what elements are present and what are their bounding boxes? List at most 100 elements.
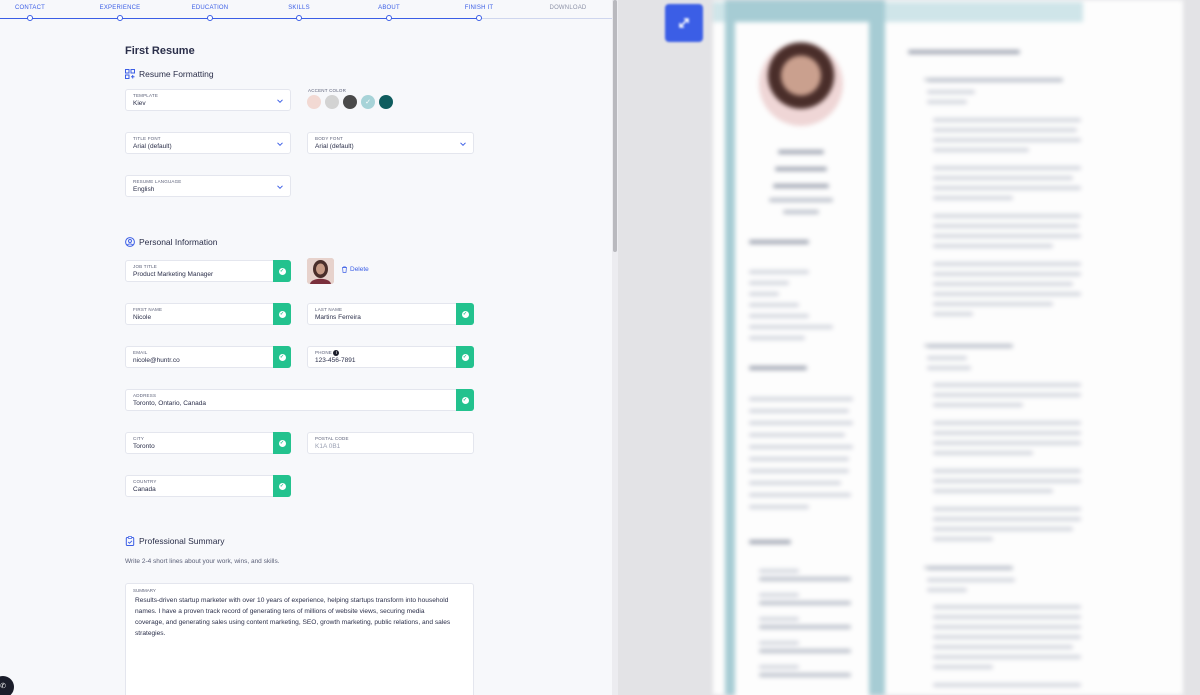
step-label: CONTACT: [15, 5, 45, 11]
step-education[interactable]: EDUCATION: [165, 0, 255, 21]
valid-badge: ✓: [273, 346, 291, 368]
section-title: Resume Formatting: [139, 69, 214, 79]
step-about[interactable]: ABOUT: [344, 0, 434, 21]
valid-badge: ✓: [456, 346, 474, 368]
field-label: PHONE i: [315, 350, 340, 356]
step-label: DOWNLOAD: [549, 5, 587, 11]
valid-badge: ✓: [456, 303, 474, 325]
help-chat-button[interactable]: ✆: [0, 676, 14, 695]
check-icon: ✓: [461, 353, 469, 361]
last-name-field[interactable]: LAST NAME Martins Ferreira ✓: [307, 303, 474, 325]
field-value: 123-456-7891: [315, 357, 356, 364]
field-value: Canada: [133, 486, 156, 493]
field-value: English: [133, 186, 155, 193]
check-icon: ✓: [365, 99, 371, 106]
field-label: EMAIL: [133, 350, 148, 355]
field-value: Toronto, Ontario, Canada: [133, 400, 206, 407]
chat-icon: ✆: [0, 683, 6, 690]
field-value: Kiev: [133, 100, 146, 107]
step-dot: [296, 15, 302, 21]
field-label: COUNTRY: [133, 479, 157, 484]
resume-language-select[interactable]: RESUME LANGUAGE English: [125, 175, 291, 197]
section-personal-information: Personal Information: [125, 237, 217, 247]
title-font-select[interactable]: TITLE FONT Arial (default): [125, 132, 291, 154]
resume-preview-pane: [618, 0, 1200, 695]
city-field[interactable]: CITY Toronto ✓: [125, 432, 291, 454]
field-label: BODY FONT: [315, 136, 343, 141]
info-icon[interactable]: i: [333, 350, 340, 356]
check-icon: ✓: [461, 310, 469, 318]
expand-icon: [679, 18, 689, 28]
valid-badge: ✓: [273, 260, 291, 282]
resume-editor-pane: CONTACT EXPERIENCE EDUCATION SKILLS ABOU…: [0, 0, 612, 695]
first-name-field[interactable]: FIRST NAME Nicole ✓: [125, 303, 291, 325]
chevron-down-icon: [277, 185, 283, 190]
section-title: Personal Information: [139, 237, 218, 247]
field-label: POSTAL CODE: [315, 436, 349, 441]
step-finish-it[interactable]: FINISH IT: [434, 0, 524, 21]
preview-avatar: [759, 42, 843, 126]
job-title-field[interactable]: JOB TITLE Product Marketing Manager ✓: [125, 260, 291, 282]
accent-color-label: ACCENT COLOR: [308, 88, 347, 93]
email-field[interactable]: EMAIL nicole@huntr.co ✓: [125, 346, 291, 368]
step-label: FINISH IT: [464, 5, 494, 11]
step-download[interactable]: DOWNLOAD: [523, 0, 612, 14]
valid-badge: ✓: [273, 475, 291, 497]
accent-color-swatches: ✓: [307, 95, 393, 109]
phone-field[interactable]: PHONE i 123-456-7891 ✓: [307, 346, 474, 368]
address-field[interactable]: ADDRESS Toronto, Ontario, Canada ✓: [125, 389, 474, 411]
step-experience[interactable]: EXPERIENCE: [75, 0, 165, 21]
field-value: Nicole: [133, 314, 152, 321]
chevron-down-icon: [277, 142, 283, 147]
step-dot: [207, 15, 213, 21]
accent-swatch-selected[interactable]: ✓: [361, 95, 375, 109]
field-value: nicole@huntr.co: [133, 357, 180, 364]
section-title: Professional Summary: [139, 536, 225, 546]
country-field[interactable]: COUNTRY Canada ✓: [125, 475, 291, 497]
check-icon: ✓: [461, 396, 469, 404]
step-label: SKILLS: [288, 5, 310, 11]
field-label: RESUME LANGUAGE: [133, 179, 182, 184]
field-label-text: PHONE: [315, 350, 333, 356]
chevron-down-icon: [277, 99, 283, 104]
postal-code-field[interactable]: POSTAL CODE K1A 0B1: [307, 432, 474, 454]
accent-swatch[interactable]: [325, 95, 339, 109]
step-navigation: CONTACT EXPERIENCE EDUCATION SKILLS ABOU…: [0, 0, 612, 22]
field-label: ADDRESS: [133, 393, 157, 398]
valid-badge: ✓: [456, 389, 474, 411]
summary-hint: Write 2-4 short lines about your work, w…: [125, 558, 280, 565]
profile-photo[interactable]: [307, 258, 334, 284]
editor-scrollbar-thumb[interactable]: [613, 0, 617, 252]
check-icon: ✓: [278, 310, 286, 318]
check-icon: ✓: [278, 439, 286, 447]
field-value: Martins Ferreira: [315, 314, 361, 321]
delete-photo-button[interactable]: Delete: [341, 266, 369, 273]
field-label: CITY: [133, 436, 145, 441]
delete-label: Delete: [350, 266, 369, 273]
step-label: EXPERIENCE: [99, 5, 141, 11]
step-dot: [476, 15, 482, 21]
field-value: Toronto: [133, 443, 155, 450]
step-dot: [117, 15, 123, 21]
trash-icon: [342, 266, 347, 273]
step-label: ABOUT: [378, 5, 400, 11]
expand-preview-button[interactable]: [665, 4, 703, 42]
body-font-select[interactable]: BODY FONT Arial (default): [307, 132, 474, 154]
layout-icon: [125, 69, 135, 79]
clipboard-icon: [125, 536, 135, 546]
summary-textarea[interactable]: SUMMARY Results-driven startup marketer …: [125, 583, 474, 695]
field-value: Arial (default): [315, 143, 354, 150]
resume-preview-document: [713, 0, 1183, 695]
user-circle-icon: [125, 237, 135, 247]
check-icon: ✓: [278, 353, 286, 361]
valid-badge: ✓: [273, 303, 291, 325]
check-icon: ✓: [278, 267, 286, 275]
accent-swatch[interactable]: [343, 95, 357, 109]
field-label: TEMPLATE: [133, 93, 159, 98]
step-skills[interactable]: SKILLS: [254, 0, 344, 21]
accent-swatch[interactable]: [307, 95, 321, 109]
step-contact[interactable]: CONTACT: [0, 0, 75, 21]
step-dot: [27, 15, 33, 21]
template-select[interactable]: TEMPLATE Kiev: [125, 89, 291, 111]
accent-swatch[interactable]: [379, 95, 393, 109]
